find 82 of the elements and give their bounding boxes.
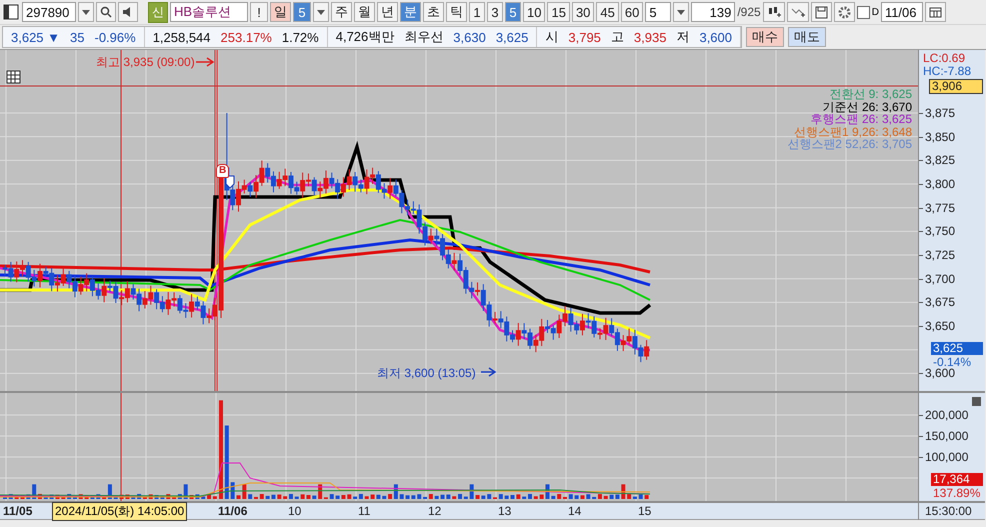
time-label: 15 xyxy=(638,504,652,518)
period-tab[interactable]: 년 xyxy=(377,2,398,22)
time-label: 10 xyxy=(288,504,302,518)
quote-value: 35 xyxy=(70,30,84,44)
quote-value: 시 xyxy=(545,28,558,46)
time-label: 11/05 xyxy=(3,504,32,518)
day-count-button[interactable]: 5 xyxy=(293,2,311,22)
low-price-note: 최저 3,600 (13:05) xyxy=(377,365,476,382)
price-tick: 3,850 xyxy=(925,130,956,144)
quote-value: 253.17% xyxy=(220,30,272,44)
price-tick: 3,750 xyxy=(925,224,956,238)
time-label: 14 xyxy=(568,504,582,518)
quote-value: 3,625 xyxy=(496,30,528,44)
quote-value: 3,625 ▼ xyxy=(11,30,60,44)
price-tick: 3,800 xyxy=(925,177,956,192)
high-price-note: 최고 3,935 (09:00) xyxy=(96,54,195,71)
quote-value: 고 xyxy=(610,28,624,46)
quote-value: 1,258,544 xyxy=(152,30,211,44)
quote-value: 최우선 xyxy=(404,28,444,46)
stock-name-field[interactable]: HB솔루션 xyxy=(170,2,248,22)
quote-value: 1.72% xyxy=(282,30,319,44)
buy-signal-marker: B xyxy=(216,164,230,178)
last-volume-label: 17,364 xyxy=(931,473,983,486)
period-tab[interactable]: 주 xyxy=(331,2,352,22)
time-label: 12 xyxy=(428,504,442,518)
interval-tab[interactable]: 10 xyxy=(523,2,546,22)
day-button[interactable]: 일 xyxy=(270,2,291,22)
price-tick: 3,600 xyxy=(925,366,956,380)
last-change: -0.14% xyxy=(933,356,972,368)
quote-value: 저 xyxy=(676,28,690,46)
checkbox-label: D xyxy=(872,6,879,18)
legend-entry: 후행스팬 26: 3,625 xyxy=(810,113,912,126)
cursor-price-label: 3,906 xyxy=(929,79,983,94)
period-tab[interactable]: 분 xyxy=(400,2,421,22)
quote-value: 3,600 xyxy=(699,30,732,44)
time-label: 11/06 xyxy=(218,504,248,518)
period-tab[interactable]: 초 xyxy=(423,2,444,22)
interval-tab[interactable]: 15 xyxy=(547,2,570,22)
alert-button[interactable]: ! xyxy=(250,2,268,22)
volume-tick: 100,000 xyxy=(925,450,968,464)
interval-tab[interactable]: 60 xyxy=(620,2,644,22)
period-tab[interactable]: 틱 xyxy=(446,2,467,22)
price-tick: 3,675 xyxy=(925,295,956,310)
quote-value: 3,630 xyxy=(453,30,486,44)
time-label: 11 xyxy=(358,504,370,518)
price-tick: 3,650 xyxy=(925,319,956,334)
volume-ratio: 137.89% xyxy=(933,487,980,499)
cursor-time-tooltip: 2024/11/05(화) 14:05:00 xyxy=(52,502,188,521)
legend-entry: 선행스팬2 52,26: 3,705 xyxy=(787,138,912,150)
price-tick: 3,825 xyxy=(925,153,956,168)
buy-button[interactable]: 매수 xyxy=(746,27,784,47)
interval-tab[interactable]: 30 xyxy=(572,2,594,22)
interval-tab[interactable]: 5 xyxy=(505,2,521,22)
volume-tick: 150,000 xyxy=(925,429,968,443)
interval-field[interactable]: 5 xyxy=(645,2,672,22)
interval-tab[interactable]: 3 xyxy=(487,2,503,22)
lc-value: LC:0.69 xyxy=(923,52,966,64)
price-tick: 3,875 xyxy=(925,106,956,120)
bar-total: /925 xyxy=(737,5,761,19)
period-tab[interactable]: 월 xyxy=(354,2,375,22)
interval-tab[interactable]: 45 xyxy=(596,2,619,22)
sell-button[interactable]: 매도 xyxy=(788,27,826,47)
date-field[interactable]: 11/06 xyxy=(880,2,923,22)
bar-count-field[interactable]: 139 xyxy=(691,2,736,22)
quote-value: 3,795 xyxy=(568,30,601,44)
price-tick: 3,725 xyxy=(925,248,956,262)
legend-entry: 전환선 9: 3,625 xyxy=(829,88,912,100)
end-time: 15:30:00 xyxy=(925,504,972,518)
quote-value: -0.96% xyxy=(94,30,136,44)
legend-entry: 기준선 26: 3,670 xyxy=(822,100,912,113)
quote-value: 3,935 xyxy=(634,30,666,44)
price-tick: 3,775 xyxy=(925,200,956,215)
volume-tick: 200,000 xyxy=(925,408,968,422)
time-label: 13 xyxy=(498,504,512,518)
legend-entry: 선행스팬1 9,26: 3,648 xyxy=(794,126,912,138)
last-price-label: 3,625 xyxy=(931,342,983,355)
stock-code-field[interactable]: 297890 xyxy=(22,2,76,22)
price-tick: 3,700 xyxy=(925,272,956,286)
quote-value: 4,726백만 xyxy=(336,28,394,46)
market-badge: 신 xyxy=(148,2,168,22)
hc-value: HC:-7.88 xyxy=(923,65,972,77)
interval-tab[interactable]: 1 xyxy=(469,2,485,22)
